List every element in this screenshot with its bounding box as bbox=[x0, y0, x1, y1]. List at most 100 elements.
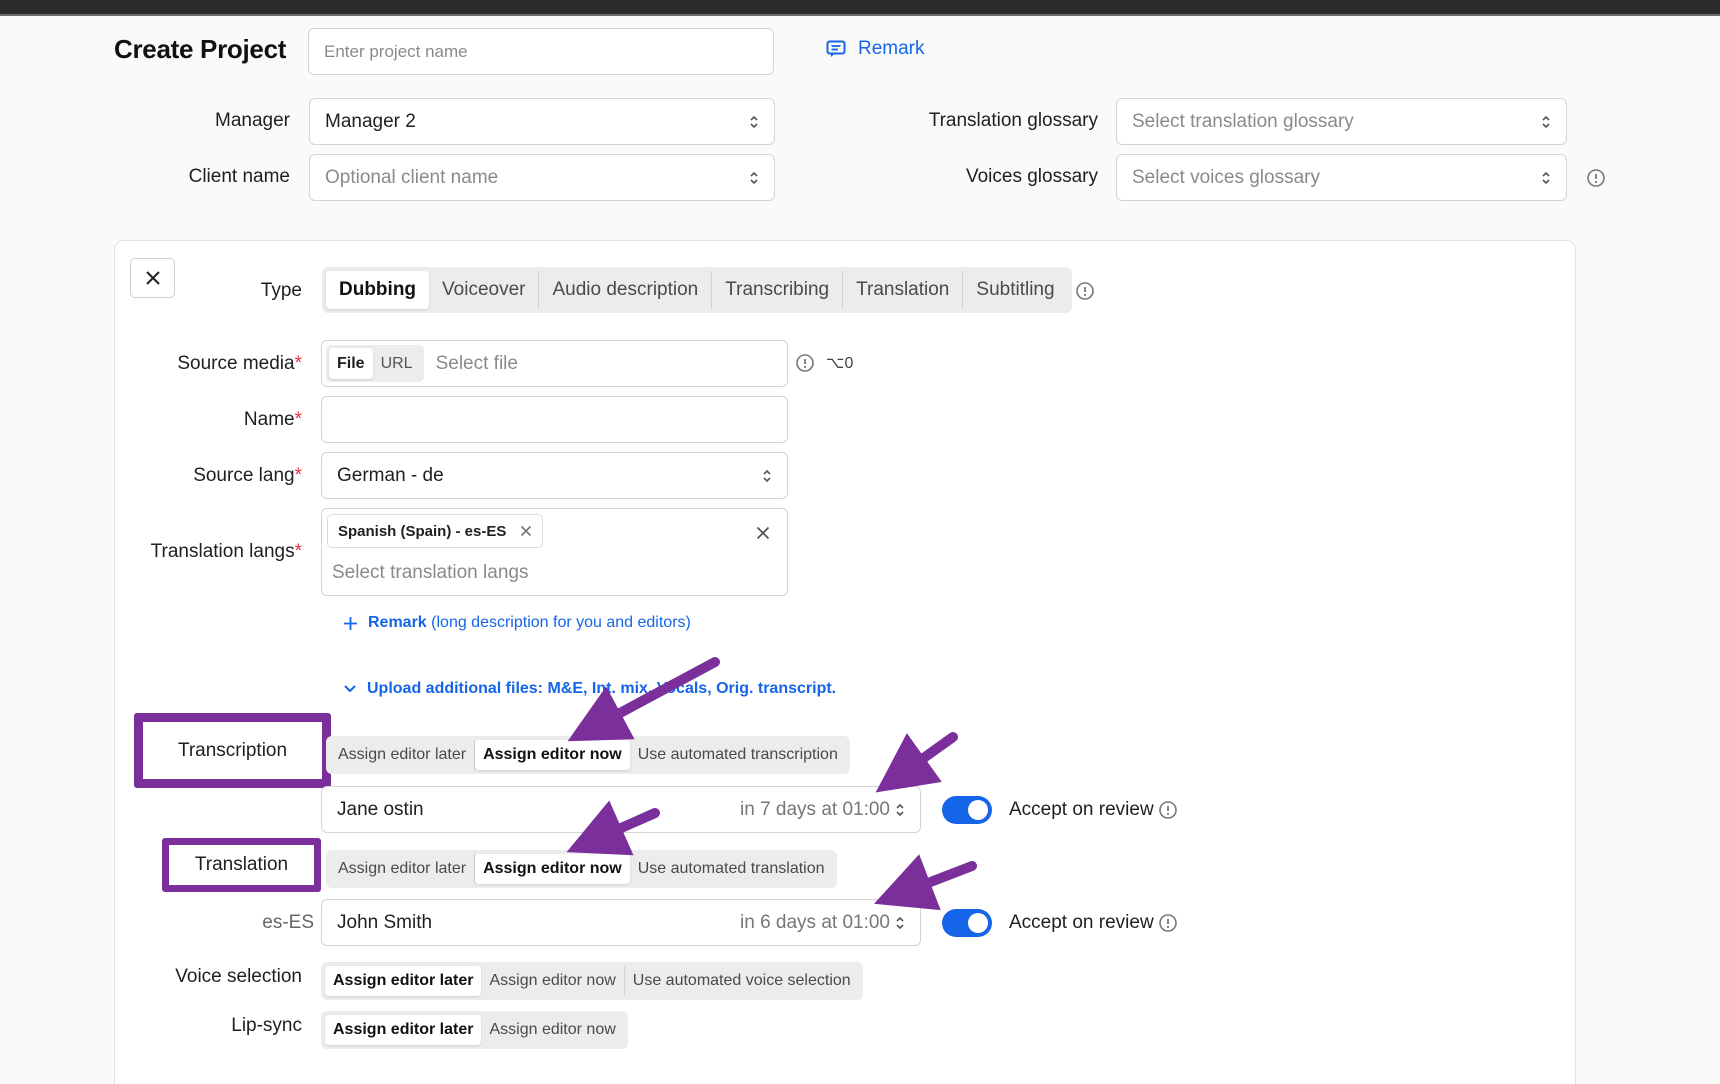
translation-assign-now[interactable]: Assign editor now bbox=[475, 854, 630, 884]
chevron-updown-icon bbox=[763, 469, 771, 482]
name-input[interactable] bbox=[321, 396, 788, 443]
info-icon[interactable] bbox=[795, 353, 815, 373]
info-icon[interactable] bbox=[1158, 800, 1178, 820]
type-label: Type bbox=[260, 280, 302, 301]
voices-glossary-label: Voices glossary bbox=[965, 166, 1098, 187]
info-icon[interactable] bbox=[1075, 281, 1095, 301]
voice-selection-assign-now[interactable]: Assign editor now bbox=[481, 966, 625, 996]
info-icon[interactable] bbox=[1586, 168, 1606, 188]
translation-langs-multiselect[interactable]: Spanish (Spain) - es-ES Select translati… bbox=[321, 508, 788, 596]
remove-tag-icon[interactable] bbox=[520, 525, 532, 537]
window-top-divider bbox=[0, 14, 1720, 16]
transcription-assign-options: Assign editor later Assign editor now Us… bbox=[326, 736, 850, 774]
voice-selection-assign-options: Assign editor later Assign editor now Us… bbox=[321, 962, 863, 1000]
transcription-due-date: in 7 days at 01:00 bbox=[740, 798, 890, 820]
transcription-editor-value: Jane ostin bbox=[337, 798, 424, 820]
translation-glossary-placeholder: Select translation glossary bbox=[1132, 110, 1354, 132]
transcription-accept-toggle[interactable] bbox=[942, 796, 992, 824]
upload-additional-files-label: Upload additional files: M&E, Int. mix, … bbox=[367, 680, 837, 697]
transcription-label-highlight: Transcription bbox=[134, 713, 331, 788]
chevron-updown-icon bbox=[750, 115, 758, 128]
translation-glossary-select[interactable]: Select translation glossary bbox=[1116, 98, 1567, 145]
required-mark: * bbox=[294, 409, 302, 430]
transcription-assign-now[interactable]: Assign editor now bbox=[475, 740, 630, 770]
translation-accept-toggle[interactable] bbox=[942, 909, 992, 937]
remark-button[interactable]: Remark bbox=[826, 38, 925, 60]
translation-label-highlight: Translation bbox=[162, 838, 321, 892]
add-remark-link-description: (long description for you and editors) bbox=[431, 614, 691, 631]
translation-use-automated[interactable]: Use automated translation bbox=[630, 854, 833, 884]
voice-selection-use-automated[interactable]: Use automated voice selection bbox=[625, 966, 859, 996]
add-remark-link[interactable]: Remark (long description for you and edi… bbox=[343, 614, 691, 632]
lip-sync-assign-options: Assign editor later Assign editor now bbox=[321, 1011, 628, 1049]
translation-langs-label: Translation langs* bbox=[130, 541, 302, 563]
translation-label: Translation bbox=[194, 854, 289, 875]
translation-glossary-label: Translation glossary bbox=[928, 110, 1098, 131]
source-media-file-tab[interactable]: File bbox=[329, 348, 373, 379]
source-lang-label-text: Source lang bbox=[193, 465, 295, 486]
translation-langs-placeholder: Select translation langs bbox=[332, 562, 529, 583]
project-name-input[interactable]: Enter project name bbox=[308, 28, 774, 75]
type-tabs: Dubbing Voiceover Audio description Tran… bbox=[322, 267, 1072, 313]
lip-sync-label: Lip-sync bbox=[231, 1015, 302, 1036]
close-task-button[interactable] bbox=[130, 258, 175, 298]
source-lang-select[interactable]: German - de bbox=[321, 452, 788, 499]
selected-lang-tag: Spanish (Spain) - es-ES bbox=[327, 514, 544, 548]
remark-label: Remark bbox=[858, 38, 925, 59]
selected-lang-tag-label: Spanish (Spain) - es-ES bbox=[338, 522, 507, 540]
chevron-updown-icon bbox=[1542, 115, 1550, 128]
source-media-mode-switch: File URL bbox=[326, 345, 424, 382]
required-mark: * bbox=[294, 541, 302, 562]
transcription-use-automated[interactable]: Use automated transcription bbox=[630, 740, 846, 770]
transcription-assign-later[interactable]: Assign editor later bbox=[330, 740, 476, 770]
keyboard-shortcut-hint: ⌥0 bbox=[826, 355, 854, 372]
page-title: Create Project bbox=[114, 34, 287, 64]
source-media-label-text: Source media bbox=[177, 353, 295, 374]
comment-icon bbox=[826, 40, 846, 57]
plus-icon bbox=[344, 616, 357, 630]
translation-langs-label-text: Translation langs bbox=[150, 541, 295, 562]
translation-lang-code: es-ES bbox=[262, 912, 314, 933]
tab-transcribing[interactable]: Transcribing bbox=[712, 271, 844, 309]
voice-selection-label: Voice selection bbox=[175, 966, 302, 987]
voice-selection-assign-later[interactable]: Assign editor later bbox=[325, 966, 482, 996]
manager-select[interactable]: Manager 2 bbox=[309, 98, 775, 145]
voices-glossary-select[interactable]: Select voices glossary bbox=[1116, 154, 1567, 201]
lip-sync-assign-later[interactable]: Assign editor later bbox=[325, 1015, 482, 1045]
transcription-accept-label: Accept on review bbox=[1009, 799, 1154, 820]
chevron-updown-icon bbox=[896, 916, 904, 929]
clear-all-icon[interactable] bbox=[756, 526, 770, 540]
info-icon[interactable] bbox=[1158, 913, 1178, 933]
close-icon bbox=[145, 271, 160, 285]
chevron-updown-icon bbox=[750, 171, 758, 184]
translation-editor-select[interactable]: John Smith in 6 days at 01:00 bbox=[321, 899, 921, 946]
translation-assign-options: Assign editor later Assign editor now Us… bbox=[326, 850, 837, 888]
manager-label: Manager bbox=[215, 110, 290, 131]
tab-subtitling[interactable]: Subtitling bbox=[963, 271, 1067, 309]
name-label-text: Name bbox=[243, 409, 295, 430]
voices-glossary-placeholder: Select voices glossary bbox=[1132, 166, 1320, 188]
tab-translation[interactable]: Translation bbox=[843, 271, 964, 309]
tab-voiceover[interactable]: Voiceover bbox=[429, 271, 540, 309]
source-media-input[interactable]: File URL Select file bbox=[321, 340, 788, 387]
source-media-placeholder: Select file bbox=[435, 352, 518, 374]
chevron-down-icon bbox=[344, 685, 356, 693]
project-name-placeholder: Enter project name bbox=[324, 41, 468, 61]
required-mark: * bbox=[294, 353, 302, 374]
window-top-bar bbox=[0, 0, 1720, 15]
tab-dubbing[interactable]: Dubbing bbox=[326, 271, 430, 309]
translation-accept-label: Accept on review bbox=[1009, 912, 1154, 933]
required-mark: * bbox=[294, 465, 302, 486]
add-remark-link-bold: Remark bbox=[368, 614, 427, 631]
client-name-select[interactable]: Optional client name bbox=[309, 154, 775, 201]
source-media-label: Source media* bbox=[150, 353, 302, 375]
client-name-label: Client name bbox=[188, 166, 290, 187]
source-media-url-tab[interactable]: URL bbox=[373, 348, 421, 379]
client-name-placeholder: Optional client name bbox=[325, 166, 499, 188]
translation-assign-later[interactable]: Assign editor later bbox=[330, 854, 476, 884]
lip-sync-assign-now[interactable]: Assign editor now bbox=[481, 1015, 623, 1045]
transcription-editor-select[interactable]: Jane ostin in 7 days at 01:00 bbox=[321, 786, 921, 833]
upload-additional-files-link[interactable]: Upload additional files: M&E, Int. mix, … bbox=[343, 680, 836, 698]
tab-audio-description[interactable]: Audio description bbox=[539, 271, 713, 309]
name-label: Name* bbox=[200, 409, 302, 431]
